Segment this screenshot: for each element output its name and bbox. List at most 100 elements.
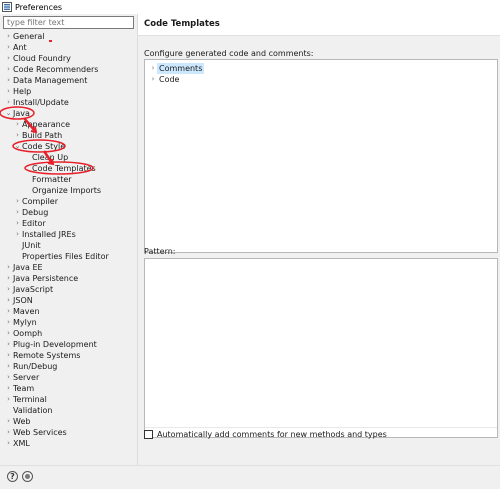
- page-description: Configure generated code and comments:: [144, 49, 314, 58]
- tree-item-junit[interactable]: JUnit: [13, 240, 41, 251]
- tree-item-javascript[interactable]: › JavaScript: [4, 284, 53, 295]
- tree-item-label: Formatter: [32, 175, 72, 184]
- chevron-right-icon[interactable]: ›: [13, 119, 22, 130]
- tree-item-label: Maven: [13, 307, 40, 316]
- template-item-comments[interactable]: › Comments: [149, 63, 205, 74]
- chevron-right-icon[interactable]: ›: [4, 31, 13, 42]
- tree-item-label: Code Templates: [32, 164, 96, 173]
- tree-item-validation[interactable]: Validation: [4, 405, 53, 416]
- tree-item-plug-in-development[interactable]: › Plug-in Development: [4, 339, 97, 350]
- chevron-right-icon[interactable]: ›: [4, 306, 13, 317]
- chevron-right-icon[interactable]: ›: [4, 273, 13, 284]
- chevron-right-icon[interactable]: ›: [4, 284, 13, 295]
- auto-comments-option[interactable]: Automatically add comments for new metho…: [144, 430, 387, 439]
- chevron-right-icon[interactable]: ›: [4, 295, 13, 306]
- chevron-right-icon[interactable]: ›: [4, 383, 13, 394]
- tree-item-mylyn[interactable]: › Mylyn: [4, 317, 37, 328]
- tree-item-code-recommenders[interactable]: › Code Recommenders: [4, 64, 98, 75]
- chevron-right-icon[interactable]: ›: [13, 196, 22, 207]
- tree-item-debug[interactable]: › Debug: [13, 207, 48, 218]
- tree-item-server[interactable]: › Server: [4, 372, 39, 383]
- chevron-right-icon[interactable]: ›: [4, 97, 13, 108]
- chevron-right-icon[interactable]: ›: [4, 427, 13, 438]
- tree-item-installed-jres[interactable]: › Installed JREs: [13, 229, 76, 240]
- tree-item-code-style[interactable]: ⌄ Code Style: [13, 141, 66, 152]
- tree-item-formatter[interactable]: Formatter: [23, 174, 72, 185]
- tree-item-label: Java EE: [13, 263, 43, 272]
- pattern-editor[interactable]: ‹: [144, 258, 498, 438]
- chevron-right-icon[interactable]: ›: [4, 350, 13, 361]
- chevron-right-icon[interactable]: ›: [13, 207, 22, 218]
- chevron-right-icon[interactable]: ›: [13, 218, 22, 229]
- chevron-right-icon[interactable]: ›: [4, 372, 13, 383]
- template-item-code[interactable]: › Code: [149, 74, 180, 85]
- tree-item-java-persistence[interactable]: › Java Persistence: [4, 273, 78, 284]
- chevron-right-icon[interactable]: ›: [4, 53, 13, 64]
- tree-item-editor[interactable]: › Editor: [13, 218, 46, 229]
- tree-item-label: JUnit: [22, 241, 41, 250]
- tree-item-help[interactable]: › Help: [4, 86, 31, 97]
- tree-item-code-templates[interactable]: Code Templates: [23, 163, 96, 174]
- chevron-right-icon[interactable]: ›: [4, 328, 13, 339]
- tree-item-organize-imports[interactable]: Organize Imports: [23, 185, 101, 196]
- tree-item-maven[interactable]: › Maven: [4, 306, 40, 317]
- tree-item-label: Java: [13, 109, 30, 118]
- chevron-right-icon[interactable]: ›: [4, 42, 13, 53]
- tree-item-run-debug[interactable]: › Run/Debug: [4, 361, 57, 372]
- tree-item-properties-files-editor[interactable]: Properties Files Editor: [13, 251, 109, 262]
- tree-item-ant[interactable]: › Ant: [4, 42, 27, 53]
- tree-item-general[interactable]: › General: [4, 31, 44, 42]
- auto-comments-checkbox[interactable]: [144, 430, 153, 439]
- tree-item-label: Code Style: [22, 142, 66, 151]
- bottom-bar: ?: [0, 465, 500, 489]
- chevron-right-icon[interactable]: ›: [149, 63, 157, 74]
- tree-item-install-update[interactable]: › Install/Update: [4, 97, 69, 108]
- tree-item-label: Oomph: [13, 329, 43, 338]
- chevron-right-icon[interactable]: ›: [4, 317, 13, 328]
- tree-item-build-path[interactable]: › Build Path: [13, 130, 62, 141]
- chevron-right-icon[interactable]: ›: [149, 74, 157, 85]
- tree-item-label: Code Recommenders: [13, 65, 99, 74]
- tree-item-compiler[interactable]: › Compiler: [13, 196, 58, 207]
- tree-item-clean-up[interactable]: Clean Up: [23, 152, 68, 163]
- tree-item-team[interactable]: › Team: [4, 383, 34, 394]
- tree-item-label: Compiler: [22, 197, 59, 206]
- chevron-right-icon[interactable]: ›: [4, 438, 13, 449]
- tree-item-cloud-foundry[interactable]: › Cloud Foundry: [4, 53, 71, 64]
- chevron-down-icon[interactable]: ⌄: [4, 108, 13, 119]
- chevron-right-icon[interactable]: ›: [13, 130, 22, 141]
- tree-item-data-management[interactable]: › Data Management: [4, 75, 87, 86]
- tree-item-remote-systems[interactable]: › Remote Systems: [4, 350, 80, 361]
- chevron-right-icon[interactable]: ›: [4, 416, 13, 427]
- tree-item-web-services[interactable]: › Web Services: [4, 427, 67, 438]
- help-icon[interactable]: ?: [7, 471, 18, 482]
- tree-item-label: Clean Up: [32, 153, 69, 162]
- filter-input[interactable]: [3, 16, 134, 29]
- chevron-right-icon[interactable]: ›: [4, 64, 13, 75]
- chevron-right-icon[interactable]: ›: [4, 262, 13, 273]
- templates-tree[interactable]: › Comments › Code: [144, 59, 498, 253]
- chevron-right-icon[interactable]: ›: [4, 86, 13, 97]
- tree-item-json[interactable]: › JSON: [4, 295, 33, 306]
- tree-item-java[interactable]: ⌄ Java: [4, 108, 30, 119]
- chevron-right-icon[interactable]: ›: [4, 361, 13, 372]
- tree-item-java-ee[interactable]: › Java EE: [4, 262, 43, 273]
- page-header: Code Templates: [138, 14, 500, 36]
- window-title: Preferences: [15, 2, 63, 12]
- tree-item-label: Plug-in Development: [13, 340, 97, 349]
- tree-item-label: Install/Update: [13, 98, 69, 107]
- tree-item-label: Ant: [13, 43, 27, 52]
- tree-item-label: Debug: [22, 208, 49, 217]
- tree-item-web[interactable]: › Web: [4, 416, 30, 427]
- tree-item-oomph[interactable]: › Oomph: [4, 328, 42, 339]
- import-export-icon[interactable]: [22, 471, 33, 482]
- preferences-tree: › General › Ant › Cloud Foundry › Code Recommen…: [0, 31, 139, 451]
- tree-item-terminal[interactable]: › Terminal: [4, 394, 47, 405]
- tree-item-appearance[interactable]: › Appearance: [13, 119, 70, 130]
- chevron-right-icon[interactable]: ›: [4, 339, 13, 350]
- chevron-right-icon[interactable]: ›: [13, 229, 22, 240]
- chevron-right-icon[interactable]: ›: [4, 394, 13, 405]
- tree-item-xml[interactable]: › XML: [4, 438, 30, 449]
- chevron-right-icon[interactable]: ›: [4, 75, 13, 86]
- chevron-down-icon[interactable]: ⌄: [13, 141, 22, 152]
